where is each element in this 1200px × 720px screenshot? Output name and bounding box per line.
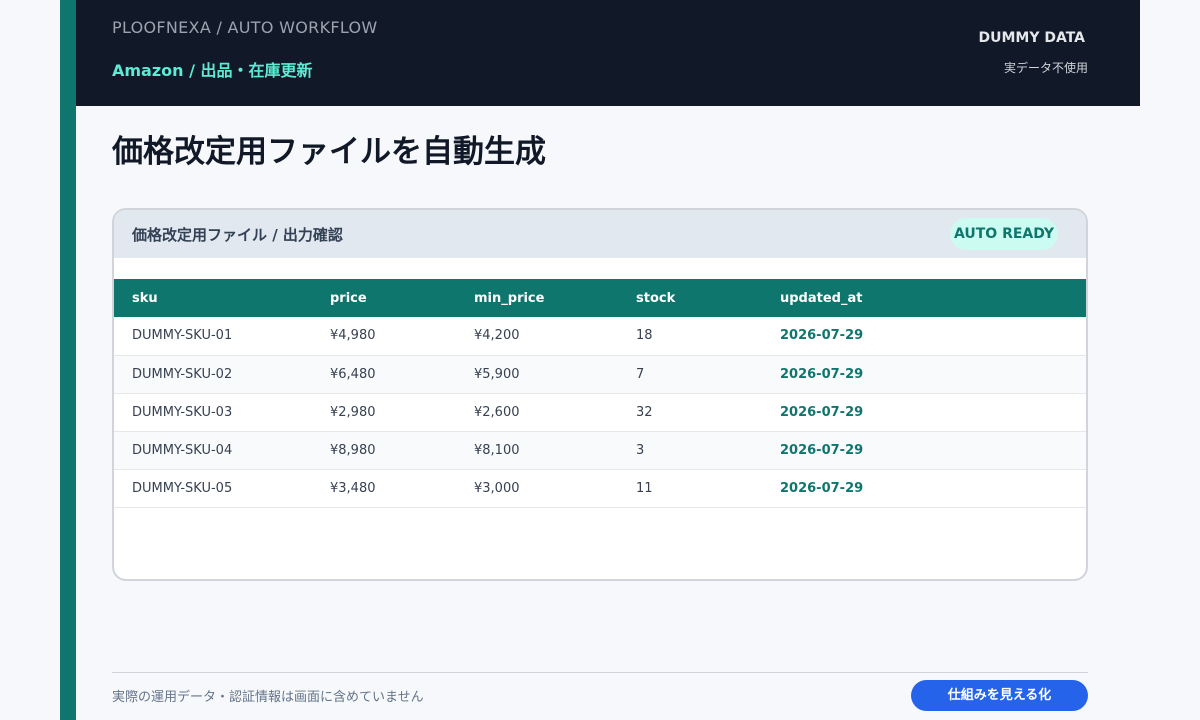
- cell-price: ¥4,980: [330, 328, 376, 344]
- cell-sku: DUMMY-SKU-04: [132, 442, 233, 458]
- cell-stock: 3: [636, 442, 645, 458]
- column-header-min-price: min_price: [474, 290, 545, 306]
- cell-price: ¥2,980: [330, 404, 376, 420]
- cell-stock: 32: [636, 404, 653, 420]
- cell-sku: DUMMY-SKU-03: [132, 404, 233, 420]
- left-accent-bar: [60, 0, 76, 720]
- output-preview-card: 価格改定用ファイル / 出力確認 AUTO READY sku price mi…: [112, 208, 1088, 581]
- status-badge: AUTO READY: [949, 218, 1058, 250]
- brand-breadcrumb: PLOOFNEXA / AUTO WORKFLOW: [112, 18, 378, 37]
- cell-price: ¥6,480: [330, 366, 376, 382]
- footer-divider: [112, 672, 1088, 673]
- app-header: PLOOFNEXA / AUTO WORKFLOW Amazon / 出品・在庫…: [76, 0, 1140, 106]
- price-table: sku price min_price stock updated_at DUM…: [114, 279, 1086, 508]
- page-title: 価格改定用ファイルを自動生成: [112, 134, 546, 170]
- cell-updated-at: 2026-07-29: [780, 480, 864, 496]
- cell-sku: DUMMY-SKU-05: [132, 480, 233, 496]
- workflow-breadcrumb: Amazon / 出品・在庫更新: [112, 61, 313, 80]
- cell-price: ¥8,980: [330, 442, 376, 458]
- cell-min-price: ¥5,900: [474, 366, 520, 382]
- table-row: DUMMY-SKU-01 ¥4,980 ¥4,200 18 2026-07-29: [114, 317, 1086, 355]
- cell-min-price: ¥3,000: [474, 480, 520, 496]
- dummy-data-note: 実データ不使用: [1003, 61, 1088, 75]
- column-header-sku: sku: [132, 290, 158, 306]
- card-title: 価格改定用ファイル / 出力確認: [132, 226, 343, 244]
- cell-updated-at: 2026-07-29: [780, 328, 864, 344]
- table-row: DUMMY-SKU-03 ¥2,980 ¥2,600 32 2026-07-29: [114, 393, 1086, 431]
- cell-updated-at: 2026-07-29: [780, 366, 864, 382]
- cell-sku: DUMMY-SKU-01: [132, 328, 233, 344]
- card-header: 価格改定用ファイル / 出力確認 AUTO READY: [114, 210, 1086, 258]
- table-header-row: sku price min_price stock updated_at: [114, 279, 1086, 317]
- table-row: DUMMY-SKU-04 ¥8,980 ¥8,100 3 2026-07-29: [114, 431, 1086, 469]
- table-row: DUMMY-SKU-05 ¥3,480 ¥3,000 11 2026-07-29: [114, 469, 1086, 507]
- column-header-updated-at: updated_at: [780, 290, 863, 306]
- cell-min-price: ¥8,100: [474, 442, 520, 458]
- cell-sku: DUMMY-SKU-02: [132, 366, 233, 382]
- dummy-data-label: DUMMY DATA: [978, 30, 1085, 46]
- cell-min-price: ¥2,600: [474, 404, 520, 420]
- column-header-stock: stock: [636, 290, 676, 306]
- footer-note: 実際の運用データ・認証情報は画面に含めていません: [112, 690, 424, 705]
- cell-stock: 18: [636, 328, 653, 344]
- cell-updated-at: 2026-07-29: [780, 442, 864, 458]
- column-header-price: price: [330, 290, 367, 306]
- cell-min-price: ¥4,200: [474, 328, 520, 344]
- cell-updated-at: 2026-07-29: [780, 404, 864, 420]
- cell-stock: 11: [636, 480, 653, 496]
- table-row: DUMMY-SKU-02 ¥6,480 ¥5,900 7 2026-07-29: [114, 355, 1086, 393]
- visualize-mechanism-button[interactable]: 仕組みを見える化: [911, 680, 1088, 711]
- cell-price: ¥3,480: [330, 480, 376, 496]
- cell-stock: 7: [636, 366, 645, 382]
